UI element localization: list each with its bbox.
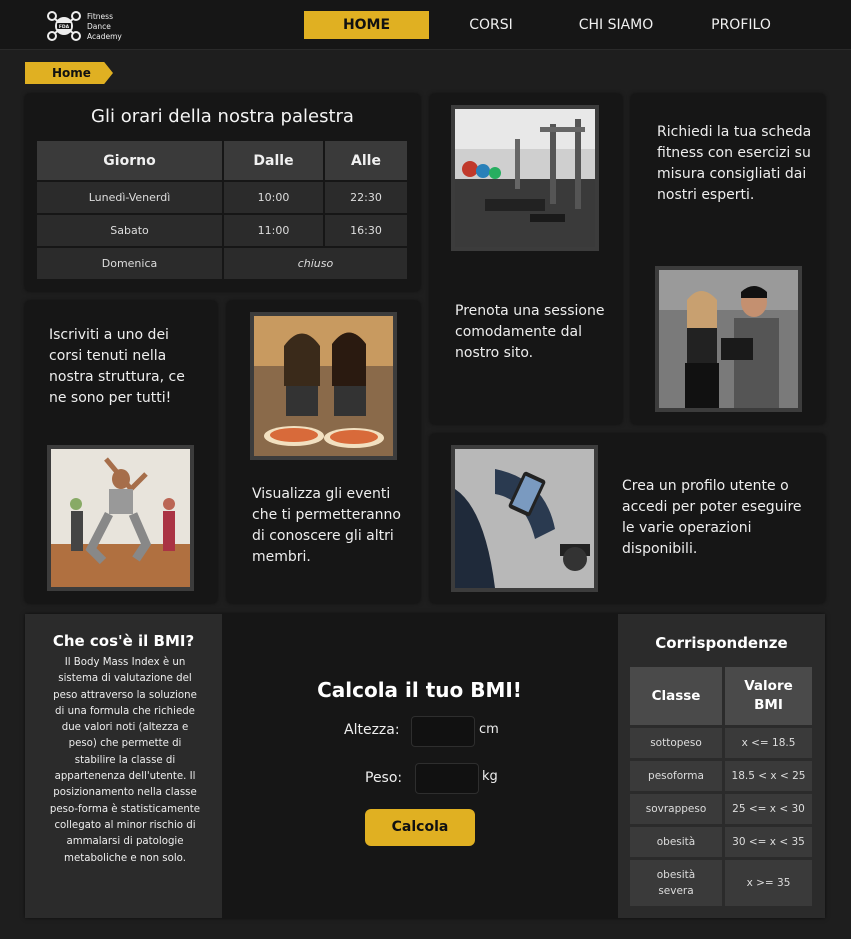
hours-header-giorno: Giorno: [37, 141, 222, 180]
hours-header-alle: Alle: [325, 141, 407, 180]
plan-card[interactable]: Richiedi la tua scheda fitness con eserc…: [631, 94, 825, 424]
events-card[interactable]: Visualizza gli eventi che ti permetteran…: [227, 301, 420, 603]
weight-label: Peso:: [365, 770, 403, 786]
nav-profilo[interactable]: PROFILO: [690, 11, 792, 39]
corr-cell-valore: 30 <= x < 35: [725, 827, 812, 857]
breadcrumb[interactable]: Home: [25, 62, 113, 84]
logo-line-3: Academy: [87, 32, 122, 41]
hours-cell-from: 11:00: [224, 215, 323, 246]
corr-cell-classe: sovrappeso: [630, 794, 722, 824]
hours-title: Gli orari della nostra palestra: [91, 106, 354, 127]
corr-header-valore: Valore BMI: [725, 667, 812, 725]
nav-home[interactable]: HOME: [304, 11, 429, 39]
bmi-info-title: Che cos'è il BMI?: [52, 632, 195, 650]
trainer-photo: [655, 266, 802, 412]
hours-cell-closed: chiuso: [224, 248, 407, 279]
weight-unit: kg: [482, 769, 498, 784]
pizza-photo: [250, 312, 397, 460]
corr-cell-valore: 18.5 < x < 25: [725, 761, 812, 791]
calcola-button[interactable]: Calcola: [365, 809, 475, 846]
height-unit: cm: [479, 722, 499, 737]
profile-text: Crea un profilo utente o accedi per pote…: [622, 478, 802, 557]
dance-photo: [47, 445, 194, 591]
corr-cell-classe: obesità: [630, 827, 722, 857]
bmi-info-panel: Che cos'è il BMI? Il Body Mass Index è u…: [25, 614, 222, 918]
gym-photo: [451, 105, 599, 251]
hours-cell-day: Lunedì-Venerdì: [37, 182, 222, 213]
booking-card[interactable]: Prenota una sessione comodamente dal nos…: [430, 94, 622, 424]
courses-card[interactable]: Iscriviti a uno dei corsi tenuti nella n…: [25, 301, 217, 603]
profile-card[interactable]: Crea un profilo utente o accedi per pote…: [430, 434, 825, 603]
corrispondenze-title: Corrispondenze: [655, 634, 788, 652]
corr-cell-valore: x >= 35: [725, 860, 812, 906]
hours-cell-day: Domenica: [37, 248, 222, 279]
logo-text: Fitness Dance Academy: [87, 12, 122, 42]
corrispondenze-panel: Corrispondenze Classe Valore BMI sottope…: [618, 614, 825, 918]
logo-badge: FDA: [59, 24, 70, 30]
logo-icon: FDA: [47, 11, 81, 41]
corr-cell-classe: sottopeso: [630, 728, 722, 758]
events-text: Visualizza gli eventi che ti permetteran…: [252, 486, 401, 565]
bmi-calc-title: Calcola il tuo BMI!: [317, 678, 522, 702]
logo-line-2: Dance: [87, 22, 111, 31]
hours-cell-to: 16:30: [325, 215, 407, 246]
booking-text: Prenota una sessione comodamente dal nos…: [455, 303, 605, 361]
corr-cell-classe: obesità severa: [630, 860, 722, 906]
logo[interactable]: FDA Fitness Dance Academy: [46, 9, 136, 43]
navbar: FDA Fitness Dance Academy HOME CORSI CHI…: [0, 0, 851, 50]
height-label: Altezza:: [344, 722, 400, 738]
hours-cell-day: Sabato: [37, 215, 222, 246]
plan-text: Richiedi la tua scheda fitness con eserc…: [657, 124, 812, 203]
weight-input[interactable]: [415, 763, 479, 794]
corr-header-classe: Classe: [630, 667, 722, 725]
hours-cell-from: 10:00: [224, 182, 323, 213]
bmi-section: Che cos'è il BMI? Il Body Mass Index è u…: [25, 614, 825, 918]
bmi-info-text: Il Body Mass Index è un sistema di valut…: [49, 657, 201, 864]
phone-photo: [451, 445, 598, 592]
nav-chi-siamo[interactable]: CHI SIAMO: [556, 11, 676, 39]
hours-card: Gli orari della nostra palestra Giorno D…: [25, 94, 420, 291]
nav-corsi[interactable]: CORSI: [441, 11, 541, 39]
logo-line-1: Fitness: [87, 12, 113, 21]
height-input[interactable]: [411, 716, 475, 747]
hours-header-dalle: Dalle: [224, 141, 323, 180]
corr-cell-classe: pesoforma: [630, 761, 722, 791]
courses-text: Iscriviti a uno dei corsi tenuti nella n…: [49, 327, 185, 406]
corr-cell-valore: 25 <= x < 30: [725, 794, 812, 824]
corr-cell-valore: x <= 18.5: [725, 728, 812, 758]
hours-cell-to: 22:30: [325, 182, 407, 213]
